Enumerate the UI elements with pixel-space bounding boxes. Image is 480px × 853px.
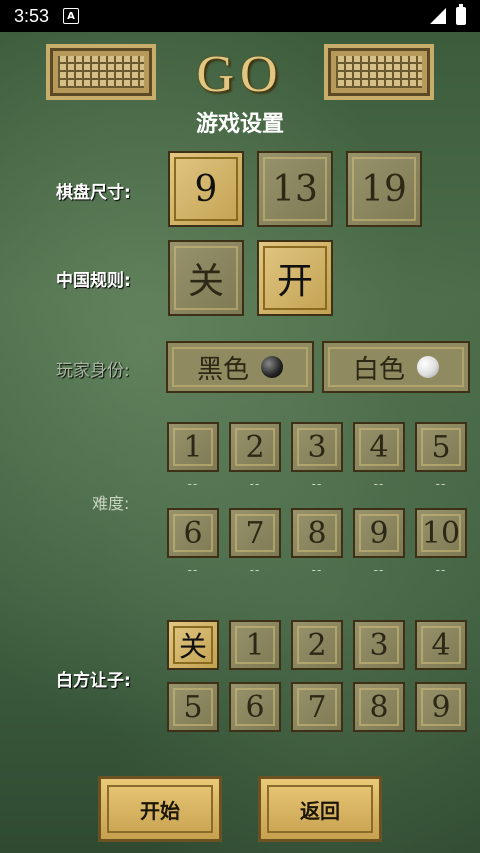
right-ornament: [324, 44, 434, 100]
left-ornament: [46, 44, 156, 100]
back-button[interactable]: 返回: [258, 776, 382, 842]
player-identity-label: 玩家身份:: [56, 361, 130, 381]
chinese-rules-off-button[interactable]: 关: [168, 240, 244, 316]
go-logo: GO: [196, 45, 284, 103]
signal-icon: [430, 8, 446, 24]
handicap-6-button[interactable]: 6: [229, 682, 281, 732]
handicap-3-button[interactable]: 3: [353, 620, 405, 670]
black-stone-icon: [261, 356, 283, 378]
board-size-13-button[interactable]: 13: [257, 151, 333, 227]
difficulty-6-button[interactable]: 6: [167, 508, 219, 558]
white-stone-icon: [417, 356, 439, 378]
difficulty-8-button[interactable]: 8: [291, 508, 343, 558]
difficulty-4-button[interactable]: 4: [353, 422, 405, 472]
difficulty-7-marker: --: [249, 563, 261, 577]
play-white-button[interactable]: 白色: [322, 341, 470, 393]
board-size-label: 棋盘尺寸:: [56, 183, 131, 203]
chinese-rules-on-button[interactable]: 开: [257, 240, 333, 316]
difficulty-9-button[interactable]: 9: [353, 508, 405, 558]
status-time: 3:53: [14, 5, 50, 26]
status-icons: [430, 4, 466, 25]
difficulty-1-marker: --: [187, 477, 199, 491]
difficulty-9-marker: --: [373, 563, 385, 577]
difficulty-10-button[interactable]: 10: [415, 508, 467, 558]
handicap-8-button[interactable]: 8: [353, 682, 405, 732]
difficulty-10-marker: --: [435, 563, 447, 577]
difficulty-4-marker: --: [373, 477, 385, 491]
board-size-9-button[interactable]: 9: [168, 151, 244, 227]
board-size-19-button[interactable]: 19: [346, 151, 422, 227]
difficulty-1-button[interactable]: 1: [167, 422, 219, 472]
difficulty-5-marker: --: [435, 477, 447, 491]
difficulty-6-marker: --: [187, 563, 199, 577]
page-title: 游戏设置: [195, 112, 284, 137]
difficulty-5-button[interactable]: 5: [415, 422, 467, 472]
difficulty-2-marker: --: [249, 477, 261, 491]
handicap-1-button[interactable]: 1: [229, 620, 281, 670]
handicap-5-button[interactable]: 5: [167, 682, 219, 732]
handicap-off-button[interactable]: 关: [167, 620, 219, 670]
difficulty-3-button[interactable]: 3: [291, 422, 343, 472]
handicap-4-button[interactable]: 4: [415, 620, 467, 670]
chinese-rules-label: 中国规则:: [56, 271, 131, 291]
difficulty-8-marker: --: [311, 563, 323, 577]
play-black-button[interactable]: 黑色: [166, 341, 314, 393]
status-bar: 3:53 A: [0, 0, 480, 32]
handicap-9-button[interactable]: 9: [415, 682, 467, 732]
difficulty-3-marker: --: [311, 477, 323, 491]
battery-icon: [456, 4, 466, 25]
difficulty-label: 难度:: [92, 494, 130, 513]
play-black-label: 黑色: [196, 354, 249, 385]
handicap-label: 白方让子:: [56, 671, 131, 691]
start-button[interactable]: 开始: [98, 776, 222, 842]
handicap-7-button[interactable]: 7: [291, 682, 343, 732]
difficulty-7-button[interactable]: 7: [229, 508, 281, 558]
notification-icon: A: [63, 8, 80, 24]
handicap-2-button[interactable]: 2: [291, 620, 343, 670]
play-white-label: 白色: [352, 354, 405, 385]
difficulty-2-button[interactable]: 2: [229, 422, 281, 472]
